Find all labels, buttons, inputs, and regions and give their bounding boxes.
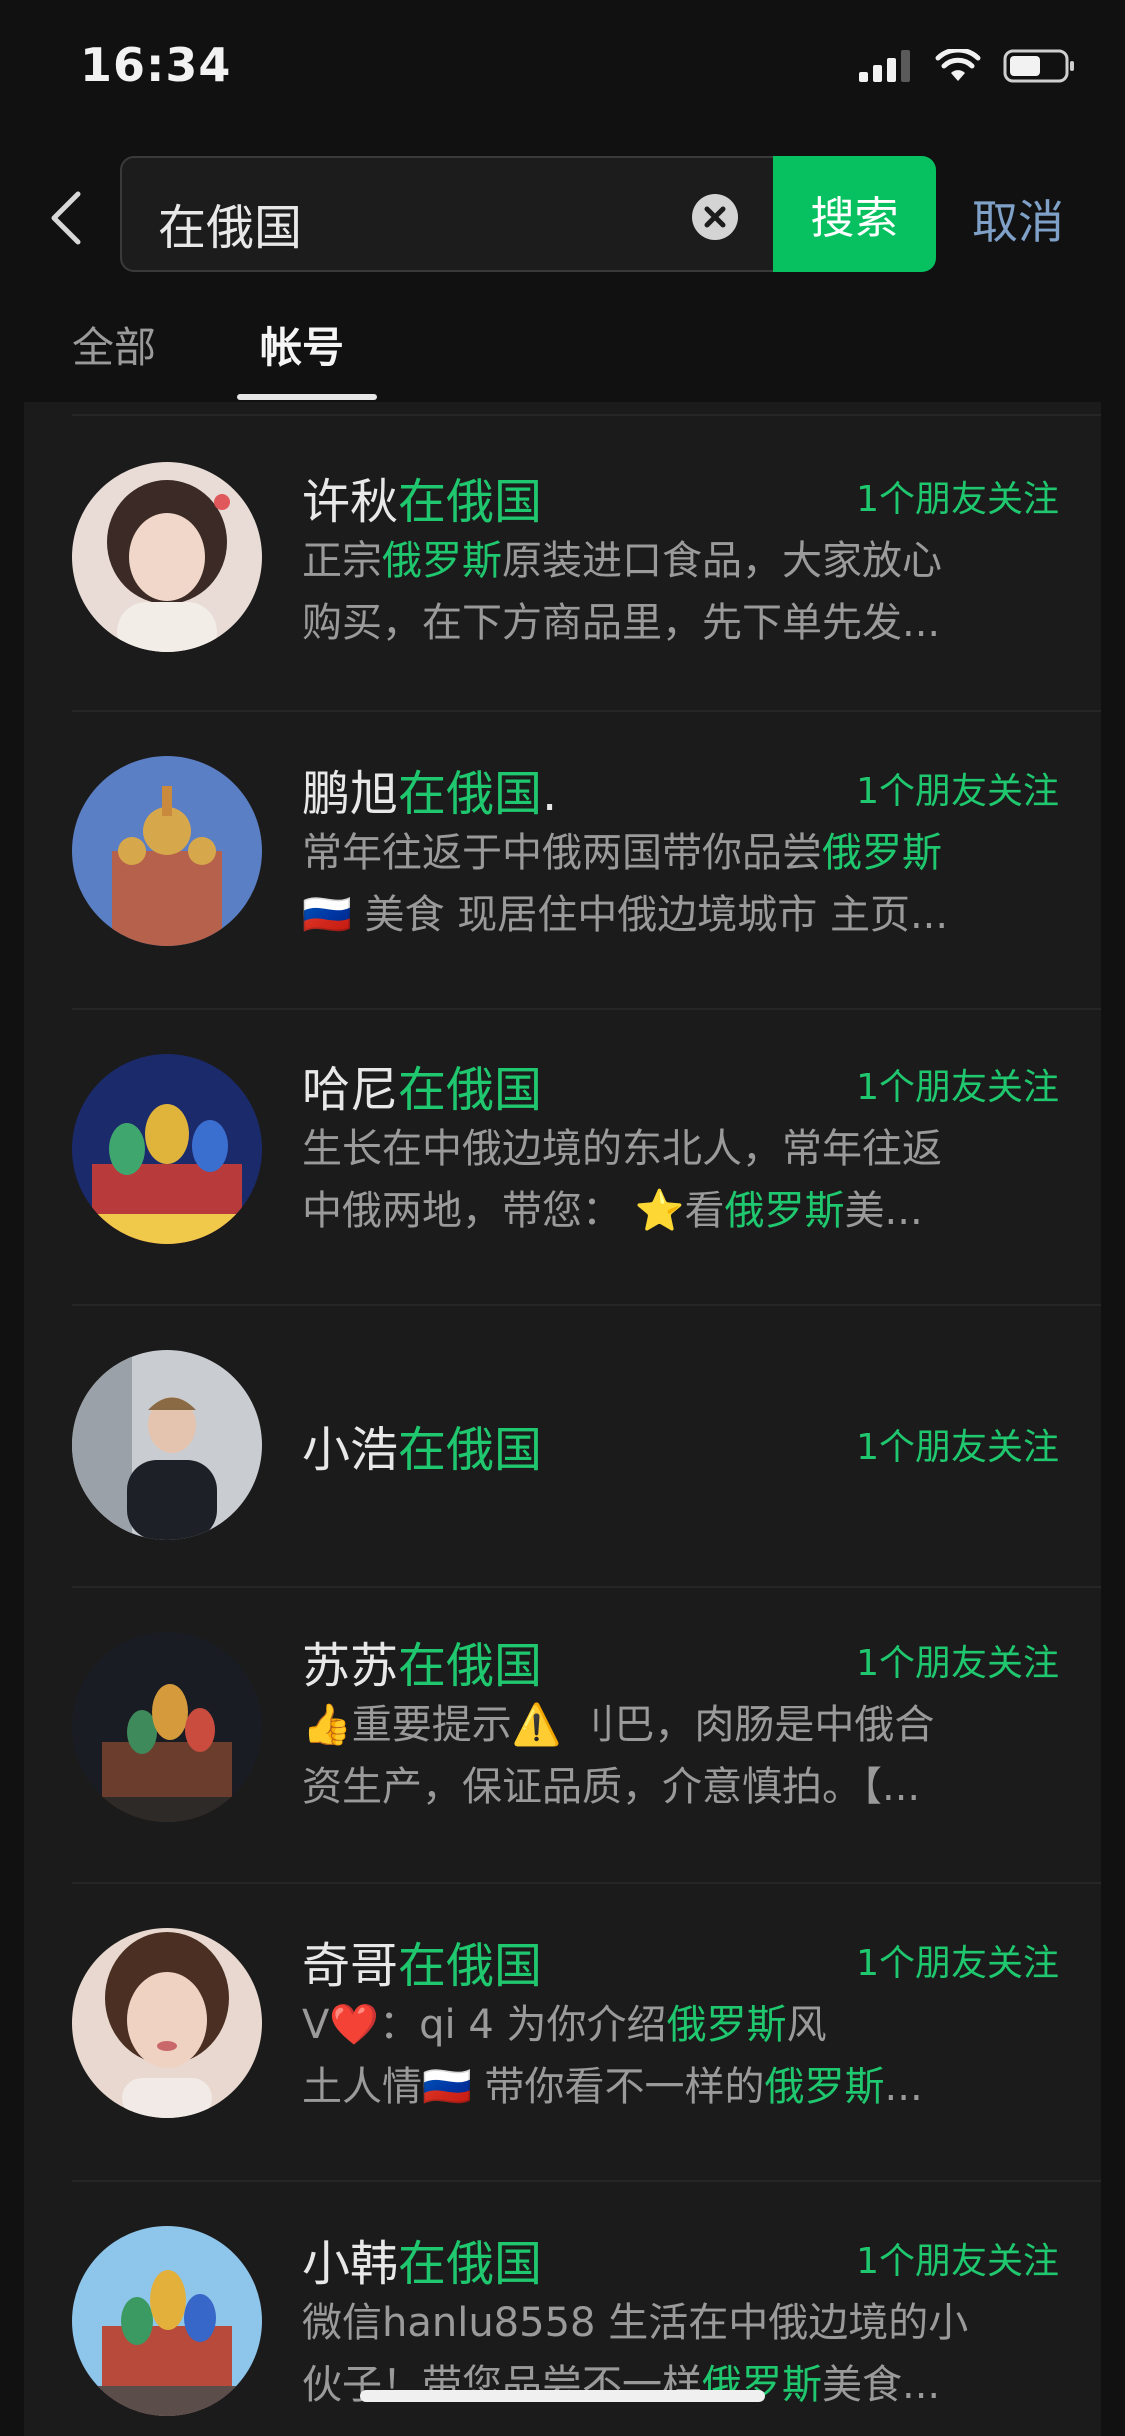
account-description: 生长在中俄边境的东北人，常年往返 中俄两地，带您： ⭐看俄罗斯美...	[302, 1118, 1042, 1242]
account-name[interactable]: 小韩在俄国	[302, 2224, 542, 2294]
friends-follow-badge: 1个朋友关注	[856, 479, 1059, 520]
account-name[interactable]: 小浩在俄国	[302, 1410, 542, 1480]
description-line: 微信hanlu8558 生活在中俄边境的小	[302, 2292, 1042, 2354]
divider	[72, 414, 1101, 416]
description-line: 中俄两地，带您： ⭐看俄罗斯美...	[302, 1180, 1042, 1242]
description-line: 资生产，保证品质，介意慎拍。【...	[302, 1756, 1042, 1818]
list-item[interactable]: 哈尼在俄国 1个朋友关注 生长在中俄边境的东北人，常年往返 中俄两地，带您： ⭐看…	[24, 1008, 1101, 1304]
battery-icon	[1003, 49, 1074, 83]
highlight-keyword: 俄罗斯	[382, 538, 502, 584]
avatar[interactable]	[72, 1054, 262, 1244]
account-name[interactable]: 奇哥在俄国	[302, 1926, 542, 1996]
description-text: 美食...	[822, 2362, 941, 2408]
description-text: 购买，在下方商品里，先下单先发...	[302, 600, 941, 646]
description-line: 🇷🇺 美食 现居住中俄边境城市 主页...	[302, 884, 1042, 946]
avatar[interactable]	[72, 1928, 262, 2118]
description-line: V❤️：qi 4 为你介绍俄罗斯风	[302, 1994, 1042, 2056]
list-item[interactable]: 许秋在俄国 1个朋友关注 正宗俄罗斯原装进口食品，大家放心购买，在下方商品里，先…	[24, 414, 1101, 710]
account-name[interactable]: 鹏旭在俄国.	[302, 754, 557, 824]
description-line: 👍重要提示⚠️ ​刂巴，肉肠是中俄合	[302, 1694, 1042, 1756]
tab-all[interactable]: 全部	[72, 314, 156, 375]
list-item[interactable]: 奇哥在俄国 1个朋友关注 V❤️：qi 4 为你介绍俄罗斯风 土人情🇷🇺 带你看不…	[24, 1882, 1101, 2180]
avatar[interactable]	[72, 2226, 262, 2416]
cancel-button[interactable]: 取消	[972, 186, 1064, 252]
description-text: 原装进口食品，大家放心	[502, 538, 942, 584]
description-text: 微信hanlu8558 生活在中俄边境的小	[302, 2300, 969, 2346]
account-name[interactable]: 苏苏在俄国	[302, 1626, 542, 1696]
description-text: ...	[884, 2064, 923, 2110]
back-icon[interactable]	[44, 188, 88, 248]
tab-underline	[237, 394, 377, 400]
home-indicator[interactable]	[360, 2390, 765, 2402]
friends-follow-badge: 1个朋友关注	[856, 1427, 1059, 1468]
list-item[interactable]: 鹏旭在俄国. 1个朋友关注 常年往返于中俄两国带你品尝俄罗斯 🇷🇺 美食 现居住中…	[24, 710, 1101, 1008]
highlight-keyword: 俄罗斯	[822, 830, 942, 876]
signal-icon	[859, 50, 910, 82]
status-time: 16:34	[80, 38, 232, 92]
description-text: 风	[786, 2002, 827, 2048]
divider	[72, 2180, 1101, 2182]
account-description: 正宗俄罗斯原装进口食品，大家放心购买，在下方商品里，先下单先发...	[302, 530, 1042, 654]
description-line: 伙子！带您品尝不一样俄罗斯美食...	[302, 2354, 1042, 2416]
divider	[72, 1008, 1101, 1010]
search-bar: 在俄国 搜索 取消	[0, 150, 1125, 290]
divider	[72, 710, 1101, 712]
description-text: 正宗	[302, 538, 382, 584]
divider	[72, 1304, 1101, 1306]
avatar[interactable]	[72, 1350, 262, 1540]
results-list: 许秋在俄国 1个朋友关注 正宗俄罗斯原装进口食品，大家放心 购买，在下方商品里，先…	[24, 402, 1101, 2436]
description-text: 土人情🇷🇺 带你看不一样的	[302, 2064, 765, 2110]
search-query[interactable]: 在俄国	[158, 188, 302, 258]
description-text: 生长在中俄边境的东北人，常年往返	[302, 1126, 942, 1172]
search-button[interactable]: 搜索	[773, 156, 936, 272]
description-line: 购买，在下方商品里，先下单先发...	[302, 592, 1042, 654]
status-bar: 16:34	[0, 0, 1125, 140]
description-line: 生长在中俄边境的东北人，常年往返	[302, 1118, 1042, 1180]
list-item[interactable]: 苏苏在俄国 1个朋友关注 👍重要提示⚠️ ​刂巴，肉肠是中俄合 资生产，保证品质，…	[24, 1586, 1101, 1882]
description-line: 常年往返于中俄两国带你品尝俄罗斯	[302, 822, 1042, 884]
highlight-keyword: 俄罗斯	[666, 2002, 787, 2048]
friends-follow-badge: 1个朋友关注	[856, 1643, 1059, 1684]
account-description: 常年往返于中俄两国带你品尝俄罗斯 🇷🇺 美食 现居住中俄边境城市 主页...	[302, 822, 1042, 946]
avatar[interactable]	[72, 1632, 262, 1822]
friends-follow-badge: 1个朋友关注	[856, 1067, 1059, 1108]
description-text: 🇷🇺 美食 现居住中俄边境城市 主页...	[302, 892, 949, 938]
status-icons	[859, 48, 1077, 84]
friends-follow-badge: 1个朋友关注	[856, 1943, 1059, 1984]
description-text: 中俄两地，带您： ⭐看	[302, 1188, 725, 1234]
description-text: 常年往返于中俄两国带你品尝	[302, 830, 822, 876]
divider	[72, 1586, 1101, 1588]
avatar[interactable]	[72, 756, 262, 946]
description-text: 美...	[844, 1188, 923, 1234]
account-name[interactable]: 哈尼在俄国	[302, 1050, 542, 1120]
description-line: 土人情🇷🇺 带你看不一样的俄罗斯...	[302, 2056, 1042, 2118]
account-description: 👍重要提示⚠️ ​刂巴，肉肠是中俄合 资生产，保证品质，介意慎拍。【...	[302, 1694, 1042, 1818]
account-name[interactable]: 许秋在俄国	[302, 462, 542, 532]
highlight-keyword: 俄罗斯	[724, 1188, 845, 1234]
highlight-keyword: 俄罗斯	[764, 2064, 885, 2110]
friends-follow-badge: 1个朋友关注	[856, 771, 1059, 812]
description-line: 正宗俄罗斯原装进口食品，大家放心	[302, 530, 1042, 592]
description-text: 👍重要提示⚠️ ​刂巴，肉肠是中俄合	[302, 1702, 935, 1748]
wifi-icon	[935, 49, 981, 81]
description-text: V❤️：qi 4 为你介绍	[302, 2002, 667, 2048]
tab-accounts[interactable]: 帐号	[260, 314, 344, 375]
friends-follow-badge: 1个朋友关注	[856, 2241, 1059, 2282]
tab-bar: 全部 帐号	[0, 300, 1125, 400]
clear-icon[interactable]	[692, 194, 738, 240]
account-description: V❤️：qi 4 为你介绍俄罗斯风 土人情🇷🇺 带你看不一样的俄罗斯...	[302, 1994, 1042, 2118]
avatar[interactable]	[72, 462, 262, 652]
description-text: 资生产，保证品质，介意慎拍。【...	[302, 1764, 921, 1810]
divider	[72, 1882, 1101, 1884]
list-item[interactable]: 小浩在俄国 1个朋友关注	[24, 1304, 1101, 1586]
